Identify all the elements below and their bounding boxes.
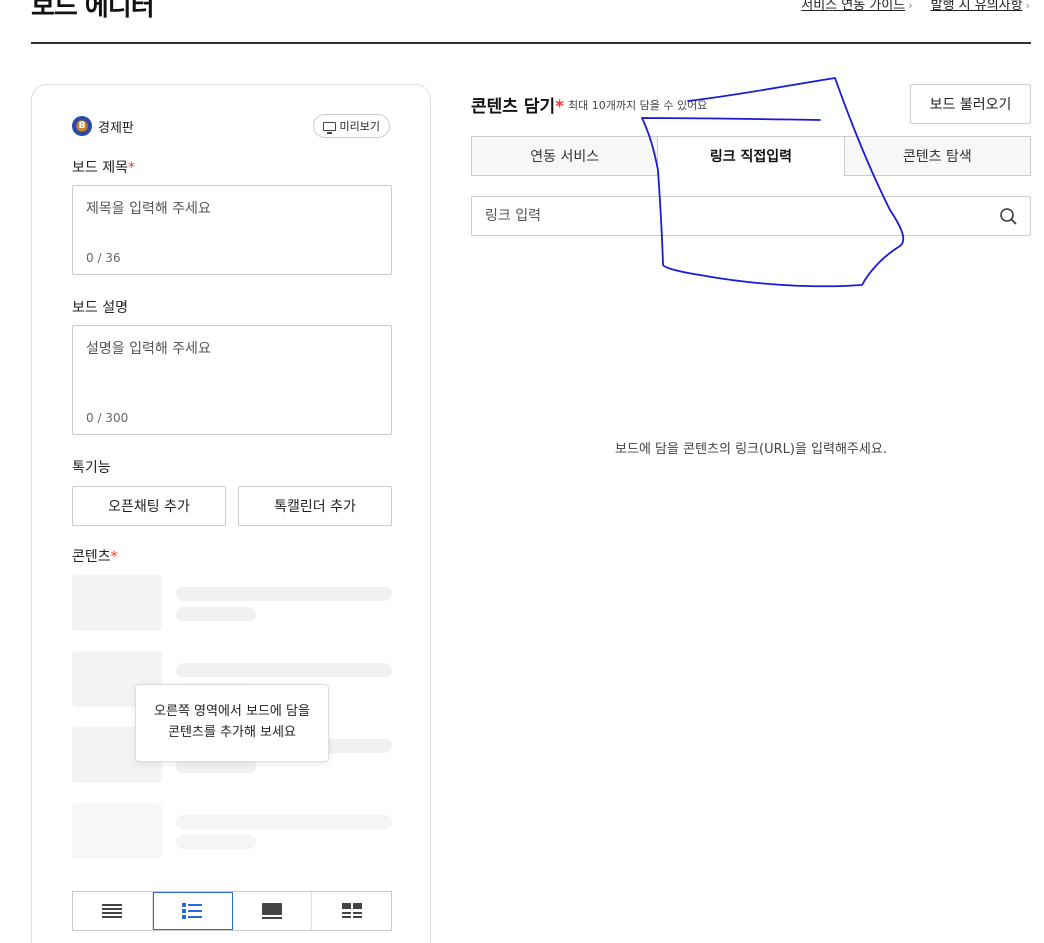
channel-name: 경제판 xyxy=(98,120,134,136)
skeleton-line xyxy=(176,815,392,829)
preview-button[interactable]: 미리보기 xyxy=(312,114,390,138)
skeleton-thumb xyxy=(72,575,162,631)
layout-grid-option[interactable] xyxy=(312,892,391,930)
header-links: 서비스 연동 가이드 › 발행 시 유의사항 › xyxy=(801,0,1030,13)
link-input[interactable] xyxy=(485,208,1000,224)
avatar: B xyxy=(72,116,92,136)
add-content-tooltip: 오른쪽 영역에서 보드에 담을 콘텐츠를 추가해 보세요 xyxy=(135,684,329,762)
skeleton-line xyxy=(176,663,392,677)
load-board-button[interactable]: 보드 불러오기 xyxy=(910,84,1031,124)
content-label: 콘텐츠* xyxy=(72,549,118,565)
skeleton-line xyxy=(176,587,392,601)
card-icon xyxy=(261,903,282,919)
desc-char-count: 0 / 300 xyxy=(86,411,129,425)
skeleton-thumb xyxy=(72,803,162,859)
layout-card-option[interactable] xyxy=(233,892,313,930)
service-guide-link[interactable]: 서비스 연동 가이드 › xyxy=(801,0,912,13)
talk-label: 톡기능 xyxy=(72,460,111,476)
board-desc-label: 보드 설명 xyxy=(72,300,128,316)
tab-explore-content[interactable]: 콘텐츠 탐색 xyxy=(843,136,1031,176)
empty-state-message: 보드에 담을 콘텐츠의 링크(URL)을 입력해주세요. xyxy=(615,442,887,457)
board-editor-panel: B 경제판 미리보기 보드 제목* 제목을 입력해 주세요 0 / 36 보드 … xyxy=(31,84,431,943)
link-input-box xyxy=(471,196,1031,236)
thumb-list-icon xyxy=(182,903,203,919)
title-char-count: 0 / 36 xyxy=(86,251,121,265)
board-title-label: 보드 제목* xyxy=(72,160,135,176)
search-icon[interactable] xyxy=(1000,207,1017,225)
openchat-add-button[interactable]: 오픈채팅 추가 xyxy=(72,486,226,526)
board-title-field[interactable]: 제목을 입력해 주세요 0 / 36 xyxy=(72,185,392,275)
skeleton-line xyxy=(176,607,256,621)
list-icon xyxy=(102,904,123,918)
page-title: 보드 에디터 xyxy=(31,0,155,22)
chevron-right-icon: › xyxy=(908,0,913,12)
layout-selector xyxy=(72,891,392,931)
layout-list-option[interactable] xyxy=(73,892,153,930)
desc-placeholder: 설명을 입력해 주세요 xyxy=(86,341,211,357)
header-divider xyxy=(31,42,1031,44)
channel-info: B 경제판 xyxy=(72,116,134,136)
preview-label: 미리보기 xyxy=(339,120,380,133)
monitor-icon xyxy=(322,121,336,134)
grid-icon xyxy=(341,903,362,918)
board-desc-field[interactable]: 설명을 입력해 주세요 0 / 300 xyxy=(72,325,392,435)
layout-thumb-list-option[interactable] xyxy=(152,892,233,930)
content-panel-title: 콘텐츠 담기* xyxy=(471,97,565,117)
talkcal-add-button[interactable]: 톡캘린더 추가 xyxy=(238,486,392,526)
publish-notes-link[interactable]: 발행 시 유의사항 › xyxy=(931,0,1030,13)
tab-direct-link[interactable]: 링크 직접입력 xyxy=(658,136,844,176)
chevron-right-icon: › xyxy=(1025,0,1030,12)
skeleton-line xyxy=(176,835,256,849)
content-tabs: 연동 서비스 링크 직접입력 콘텐츠 탐색 xyxy=(471,136,1031,176)
content-panel-subtitle: 최대 10개까지 담을 수 있어요 xyxy=(568,99,708,112)
tab-linked-service[interactable]: 연동 서비스 xyxy=(471,136,659,176)
title-placeholder: 제목을 입력해 주세요 xyxy=(86,201,211,217)
